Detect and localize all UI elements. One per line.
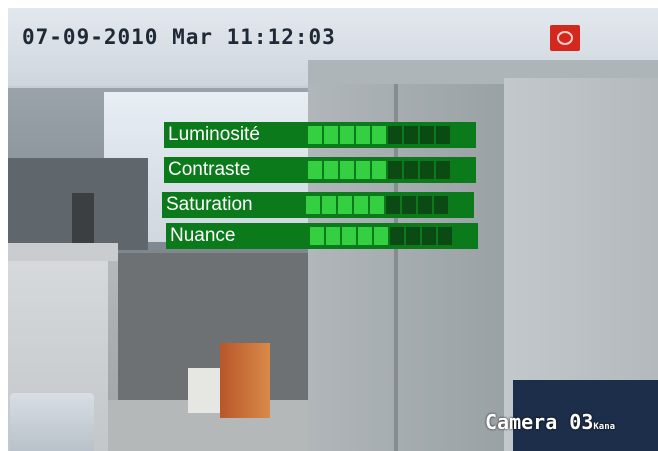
- level-segment: [370, 196, 384, 214]
- menu-item-label: Luminosité: [168, 124, 260, 145]
- level-segment: [388, 126, 402, 144]
- record-indicator-icon: [550, 25, 580, 51]
- level-segment: [324, 126, 338, 144]
- chair: [72, 193, 94, 243]
- menu-item-label: Contraste: [168, 159, 251, 180]
- level-segment: [436, 161, 450, 179]
- level-bar[interactable]: [310, 227, 452, 245]
- camera-frame: 07-09-2010 Mar 11:12:03 Luminosité Contr…: [0, 0, 658, 451]
- level-segment: [340, 161, 354, 179]
- waste-bin: [10, 393, 94, 451]
- red-box: [220, 343, 270, 418]
- level-segment: [340, 126, 354, 144]
- level-bar[interactable]: [306, 196, 448, 214]
- level-bar[interactable]: [308, 126, 450, 144]
- level-segment: [338, 196, 352, 214]
- level-segment: [310, 227, 324, 245]
- level-segment: [356, 126, 370, 144]
- record-glyph: [557, 31, 573, 45]
- level-segment: [404, 126, 418, 144]
- level-segment: [404, 161, 418, 179]
- level-segment: [418, 196, 432, 214]
- level-segment: [342, 227, 356, 245]
- menu-item-label: Nuance: [170, 225, 236, 246]
- level-segment: [386, 196, 400, 214]
- level-segment: [406, 227, 420, 245]
- level-segment: [420, 126, 434, 144]
- level-segment: [438, 227, 452, 245]
- level-segment: [388, 161, 402, 179]
- level-segment: [324, 161, 338, 179]
- level-segment: [422, 227, 436, 245]
- level-segment: [308, 126, 322, 144]
- level-segment: [436, 126, 450, 144]
- level-segment: [420, 161, 434, 179]
- datetime-overlay: 07-09-2010 Mar 11:12:03: [22, 25, 336, 49]
- level-segment: [372, 126, 386, 144]
- level-segment: [358, 227, 372, 245]
- camera-suffix: Kana: [593, 422, 616, 432]
- level-bar[interactable]: [308, 161, 450, 179]
- level-segment: [402, 196, 416, 214]
- level-segment: [434, 196, 448, 214]
- desk-top: [8, 243, 118, 261]
- level-segment: [354, 196, 368, 214]
- level-segment: [326, 227, 340, 245]
- menu-item-nuance[interactable]: Nuance: [166, 223, 478, 249]
- level-segment: [306, 196, 320, 214]
- menu-item-contraste[interactable]: Contraste: [164, 157, 476, 183]
- level-segment: [372, 161, 386, 179]
- level-segment: [308, 161, 322, 179]
- camera-name-overlay: Camera 03Kana: [485, 410, 615, 434]
- level-segment: [390, 227, 404, 245]
- level-segment: [374, 227, 388, 245]
- level-segment: [356, 161, 370, 179]
- camera-label: Camera 03: [485, 410, 594, 434]
- menu-item-saturation[interactable]: Saturation: [162, 192, 474, 218]
- menu-item-label: Saturation: [166, 194, 253, 215]
- menu-item-luminosite[interactable]: Luminosité: [164, 122, 476, 148]
- level-segment: [322, 196, 336, 214]
